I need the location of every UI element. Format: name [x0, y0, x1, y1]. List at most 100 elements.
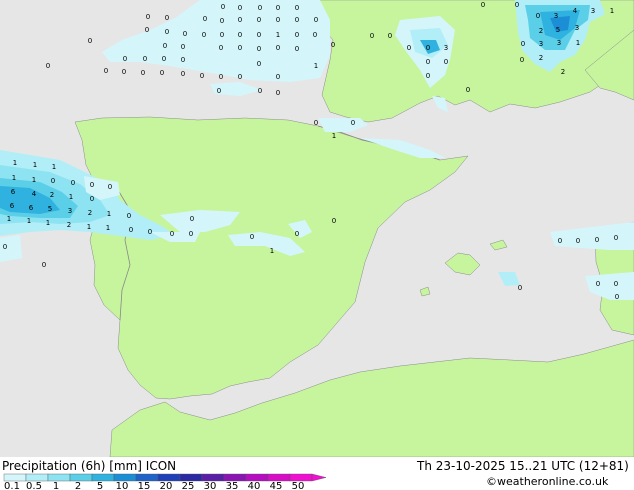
precip-value-label: 2 — [88, 209, 92, 217]
precip-value-label: 0 — [123, 55, 127, 63]
precip-value-label: 0 — [276, 89, 280, 97]
precip-value-label: 0 — [295, 31, 299, 39]
precip-value-label: 0 — [163, 42, 167, 50]
precip-value-label: 0 — [313, 31, 317, 39]
legend-level-labels: 0.1 0.5 1 2 5 10 15 20 25 30 35 40 45 50 — [4, 481, 304, 490]
precip-value-label: 1 — [314, 62, 318, 70]
precip-value-label: 0 — [238, 73, 242, 81]
legend-level-label: 0.5 — [26, 481, 42, 490]
precip-value-label: 2 — [67, 221, 71, 229]
precip-value-label: 2 — [561, 68, 565, 76]
legend-color-bar — [3, 473, 327, 482]
precip-value-label: 0 — [148, 228, 152, 236]
legend-level-label: 30 — [204, 481, 217, 490]
legend-swatch — [201, 473, 225, 482]
precip-value-label: 1 — [332, 132, 336, 140]
precip-value-label: 0 — [536, 12, 540, 20]
precip-value-label: 0 — [576, 237, 580, 245]
legend-swatch — [135, 473, 159, 482]
legend-swatch — [3, 473, 27, 482]
precip-value-label: 0 — [258, 4, 262, 12]
credit-link[interactable]: ©weatheronline.co.uk — [486, 475, 608, 488]
precip-value-label: 0 — [181, 43, 185, 51]
precip-value-label: 0 — [331, 41, 335, 49]
precip-value-label: 0 — [143, 55, 147, 63]
precip-value-label: 0 — [220, 31, 224, 39]
precip-value-label: 0 — [332, 217, 336, 225]
legend-level-label: 45 — [270, 481, 283, 490]
legend-swatch — [113, 473, 137, 482]
precip-value-label: 0 — [314, 16, 318, 24]
precip-value-label: 0 — [181, 70, 185, 78]
precip-value-label: 6 — [11, 188, 16, 196]
precip-value-label: 1 — [107, 210, 111, 218]
legend-overflow-arrow — [311, 473, 327, 482]
precip-value-label: 3 — [444, 44, 448, 52]
precip-value-label: 6 — [10, 202, 15, 210]
precip-value-label: 0 — [190, 215, 194, 223]
precip-value-label: 0 — [257, 45, 261, 53]
precip-value-label: 0 — [518, 284, 522, 292]
precip-value-label: 0 — [202, 31, 206, 39]
precip-value-label: 0 — [170, 230, 174, 238]
precip-value-label: 0 — [238, 44, 242, 52]
precip-value-label: 0 — [276, 44, 280, 52]
precip-value-label: 0 — [219, 73, 223, 81]
legend-level-label: 15 — [138, 481, 151, 490]
forecast-datetime: Th 23-10-2025 15..21 UTC (12+81) — [417, 459, 629, 473]
precip-value-label: 0 — [90, 181, 94, 189]
precip-value-label: 0 — [129, 226, 133, 234]
precip-value-label: 0 — [162, 55, 166, 63]
precip-value-label: 0 — [71, 179, 75, 187]
precip-value-label: 0 — [295, 4, 299, 12]
precip-value-label: 0 — [615, 293, 619, 301]
precip-value-label: 3 — [554, 12, 558, 20]
precip-value-label: 0 — [276, 73, 280, 81]
precip-value-label: 0 — [481, 1, 485, 9]
precip-value-label: 0 — [3, 243, 7, 251]
precip-value-label: 0 — [181, 56, 185, 64]
precipitation-map[interactable]: 0 0 0 0 0 0 0 0 0 0 0 0 0 0 0 0 0 0 0 0 0 0 1 0 0 0 0 0 0 0 0 0 0 0 0 0 0 0 0 0… — [0, 0, 634, 457]
legend-level-label: 2 — [75, 481, 81, 490]
precip-value-label: 5 — [48, 205, 52, 213]
precip-value-label: 1 — [33, 161, 37, 169]
precip-value-label: 0 — [295, 45, 299, 53]
precip-value-label: 1 — [27, 217, 31, 225]
legend-level-label: 5 — [97, 481, 103, 490]
legend-level-label: 1 — [53, 481, 59, 490]
precip-value-label: 0 — [165, 28, 169, 36]
precip-value-label: 5 — [556, 26, 560, 34]
precip-value-label: 6 — [29, 204, 34, 212]
precip-value-label: 0 — [276, 16, 280, 24]
precip-value-label: 0 — [257, 31, 261, 39]
legend-swatch — [91, 473, 115, 482]
precip-value-label: 1 — [7, 215, 11, 223]
precip-value-label: 0 — [217, 87, 221, 95]
precip-value-label: 0 — [165, 14, 169, 22]
precip-value-label: 0 — [46, 62, 50, 70]
legend-level-label: 50 — [292, 481, 305, 490]
precip-value-label: 0 — [122, 68, 126, 76]
precip-value-label: 0 — [42, 261, 46, 269]
precip-value-label: 0 — [183, 30, 187, 38]
precip-value-label: 0 — [426, 44, 430, 52]
precip-value-label: 1 — [13, 159, 17, 167]
precip-value-label: 0 — [220, 17, 224, 25]
precip-value-label: 0 — [596, 280, 600, 288]
precip-value-label: 0 — [257, 16, 261, 24]
legend-swatch — [245, 473, 269, 482]
precip-value-label: 0 — [238, 4, 242, 12]
precip-value-label: 0 — [351, 119, 355, 127]
legend-level-label: 0.1 — [4, 481, 20, 490]
precip-value-label: 0 — [407, 44, 411, 52]
precip-value-label: 0 — [258, 87, 262, 95]
legend-swatch — [157, 473, 181, 482]
precip-value-label: 0 — [238, 16, 242, 24]
precip-value-label: 0 — [520, 56, 524, 64]
precip-value-label: 0 — [595, 236, 599, 244]
precip-value-label: 0 — [104, 67, 108, 75]
map-footer: Precipitation (6h) [mm] ICON Th 23-10-20… — [0, 457, 634, 490]
weather-map-view: 0 0 0 0 0 0 0 0 0 0 0 0 0 0 0 0 0 0 0 0 0 0 1 0 0 0 0 0 0 0 0 0 0 0 0 0 0 0 0 0… — [0, 0, 634, 490]
precip-value-label: 0 — [160, 69, 164, 77]
legend-level-label: 40 — [248, 481, 261, 490]
